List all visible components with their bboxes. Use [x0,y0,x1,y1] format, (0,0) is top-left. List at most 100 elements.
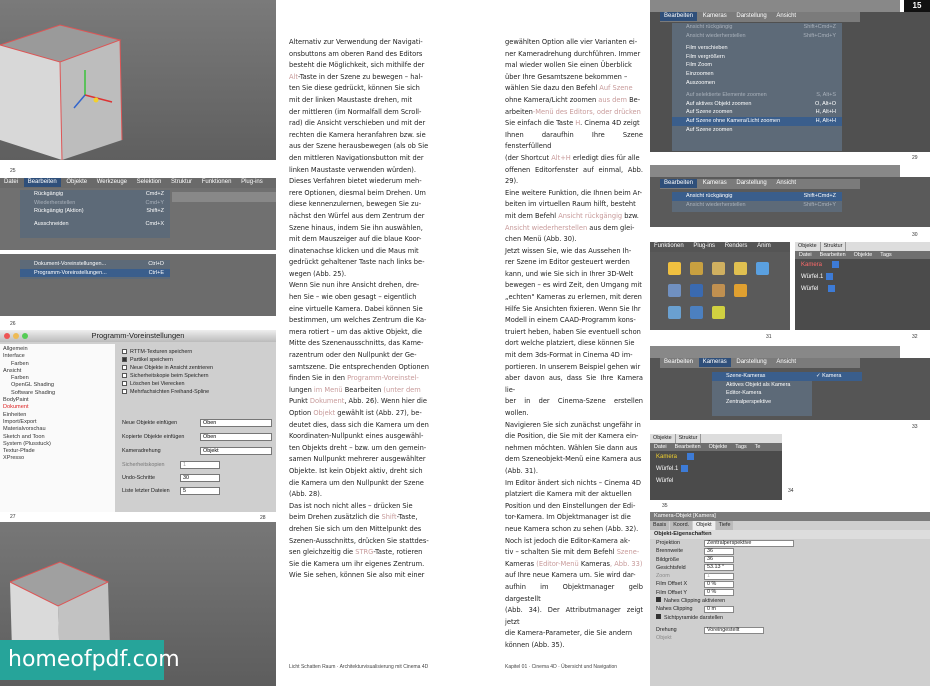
menu-item[interactable]: Film vergrößern [672,53,842,62]
tree-item[interactable]: Interface [3,353,112,360]
menu-item[interactable]: Film verschieben [672,44,842,53]
submenu-item-kamera[interactable]: ✓ Kamera [812,372,862,381]
menu-item[interactable]: Ansicht rückgängig Shift+Cmd+Z [672,23,842,32]
menu-ansicht[interactable]: Ansicht [772,179,800,188]
tree-item[interactable]: Farben [3,361,112,368]
menu-objekte[interactable]: Objekte [62,178,91,187]
floor-icon[interactable] [668,284,681,297]
tree-item[interactable]: XPresso [3,455,112,462]
target-light-icon[interactable] [712,262,725,275]
tree-item[interactable]: Sketch and Toon [3,434,112,441]
object-row-wuerfel[interactable]: Würfel [650,475,782,487]
object-row-kamera-active[interactable]: Kamera [650,451,782,463]
menu-ansicht[interactable]: Ansicht [772,12,800,21]
menu-kameras[interactable]: Kameras [699,12,731,21]
menu-item-undo[interactable]: Rückgängig Cmd+Z [20,190,170,199]
menu-renders[interactable]: Renders [721,242,752,251]
menu-funktionen[interactable]: Funktionen [650,242,688,251]
tab-objekte[interactable]: Objekte [650,434,676,443]
tree-item[interactable]: Import/Export [3,419,112,426]
attr-row-near-clip-enable[interactable]: Nahes Clipping aktivieren [650,597,930,605]
checkbox-row[interactable]: Neue Objekte in Ansicht zentrieren [122,364,213,372]
light-icon[interactable] [668,262,681,275]
om-menu-datei[interactable]: Datei [795,251,816,259]
menu-kameras[interactable]: Kameras [698,358,731,367]
camera-rotation-select[interactable]: Objekt [200,447,272,455]
background-icon[interactable] [668,306,681,319]
tree-item[interactable]: System (Plusstuck) [3,441,112,448]
menu-item[interactable]: Auszoomen [672,79,842,88]
menu-item-redo-view[interactable]: Ansicht wiederherstellen Shift+Cmd+Y [672,201,842,210]
tab-tiefe[interactable]: Tiefe [715,521,734,530]
copied-objects-select[interactable]: Oben [200,433,272,441]
spot-icon[interactable] [690,262,703,275]
object-row-kamera[interactable]: Kamera [795,259,930,271]
tree-item[interactable]: Software Shading [3,390,112,397]
target-camera-icon[interactable] [712,306,725,319]
menu-item[interactable]: Auf aktives Objekt zoomen O, Alt+O [672,100,842,109]
checkbox-row[interactable]: Sicherheitskopie beim Speichern [122,372,213,380]
menu-item[interactable]: Ansicht wiederherstellen Shift+Cmd+Y [672,32,842,41]
menu-selektion[interactable]: Selektion [133,178,166,187]
attr-row-projection[interactable]: Projektion Zentralperspektive [650,539,930,547]
menu-bearbeiten[interactable]: Bearbeiten [23,178,61,187]
tab-objekt[interactable]: Objekt [693,521,715,530]
attr-row-rotation[interactable]: Drehung Voreingestellt [650,626,930,634]
tab-struktur[interactable]: Struktur [676,434,702,443]
tree-item-dokument[interactable]: Dokument [3,404,112,411]
menu-darstellung[interactable]: Darstellung [732,179,770,188]
close-icon[interactable] [4,333,10,339]
menu-item-scene-cameras[interactable]: Szene-Kameras [712,372,812,381]
object-row-wuerfel[interactable]: Würfel [795,283,930,295]
menu-item[interactable]: Aktives Objekt als Kamera [712,381,812,390]
tree-item[interactable]: Textur-Pfade [3,448,112,455]
tree-item[interactable]: Einheiten [3,412,112,419]
om-menu-te[interactable]: Te [751,443,765,451]
attr-row-show-cone[interactable]: Sichtpyramide darstellen [650,613,930,622]
om-menu-tags[interactable]: Tags [731,443,750,451]
attr-row-near-clip[interactable]: Nahes Clipping 0 m [650,605,930,613]
menu-item-redo[interactable]: Wiederherstellen Cmd+Y [20,199,170,208]
menu-item-undo-action[interactable]: Rückgängig (Aktion) Shift+Z [20,207,170,216]
tab-koord[interactable]: Koord. [670,521,693,530]
object-row-wuerfel1[interactable]: Würfel.1 [650,463,782,475]
menu-item[interactable]: Editor-Kamera [712,389,812,398]
menu-item-doc-prefs[interactable]: Dokument-Voreinstellungen... Ctrl+D [20,260,170,269]
tree-item[interactable]: OpenGL Shading [3,382,112,389]
tree-item[interactable]: Materialvorschau [3,426,112,433]
recent-files-field[interactable]: 5 [180,487,220,495]
menu-ansicht[interactable]: Ansicht [772,358,800,367]
tab-objekte[interactable]: Objekte [795,242,821,251]
attr-row-focal[interactable]: Brennweite 36 [650,547,930,555]
menu-item[interactable]: Film Zoom [672,61,842,70]
attr-row-aperture[interactable]: Bildgröße 36 [650,556,930,564]
om-menu-objekte[interactable]: Objekte [850,251,877,259]
checkbox-row[interactable]: Partikel speichern [122,356,213,364]
checkbox-row[interactable]: RTTM-Texturen speichern [122,348,213,356]
environment-icon[interactable] [734,284,747,297]
tree-item[interactable]: Allgemein [3,346,112,353]
foreground-icon[interactable] [690,306,703,319]
undo-steps-field[interactable]: 30 [180,474,220,482]
menu-struktur[interactable]: Struktur [167,178,196,187]
menu-bearbeiten[interactable]: Bearbeiten [660,179,698,188]
om-menu-objekte[interactable]: Objekte [705,443,732,451]
attr-row-film-offset-y[interactable]: Film Offset Y0 % [650,589,930,597]
backup-count-field[interactable]: 1 [180,461,220,469]
menu-item[interactable]: Auf selektierte Elemente zoomen S, Alt+S [672,91,842,100]
tree-item[interactable]: Farben [3,375,112,382]
menu-plugins[interactable]: Plug-ins [689,242,719,251]
menu-plugins[interactable]: Plug-ins [237,178,267,187]
stage-icon[interactable] [712,284,725,297]
menu-item-program-prefs[interactable]: Programm-Voreinstellungen... Ctrl+E [20,268,170,278]
object-row-wuerfel1[interactable]: Würfel.1 [795,271,930,283]
tab-basis[interactable]: Basis [650,521,670,530]
menu-item[interactable]: Einzoomen [672,70,842,79]
new-objects-select[interactable]: Oben [200,419,272,427]
minimize-icon[interactable] [13,333,19,339]
om-menu-datei[interactable]: Datei [650,443,671,451]
zoom-icon[interactable] [22,333,28,339]
attr-row-zoom[interactable]: Zoom 1 [650,572,930,580]
attr-row-fov[interactable]: Gesichtsfeld 53.13 ° [650,564,930,572]
menu-werkzeuge[interactable]: Werkzeuge [93,178,131,187]
